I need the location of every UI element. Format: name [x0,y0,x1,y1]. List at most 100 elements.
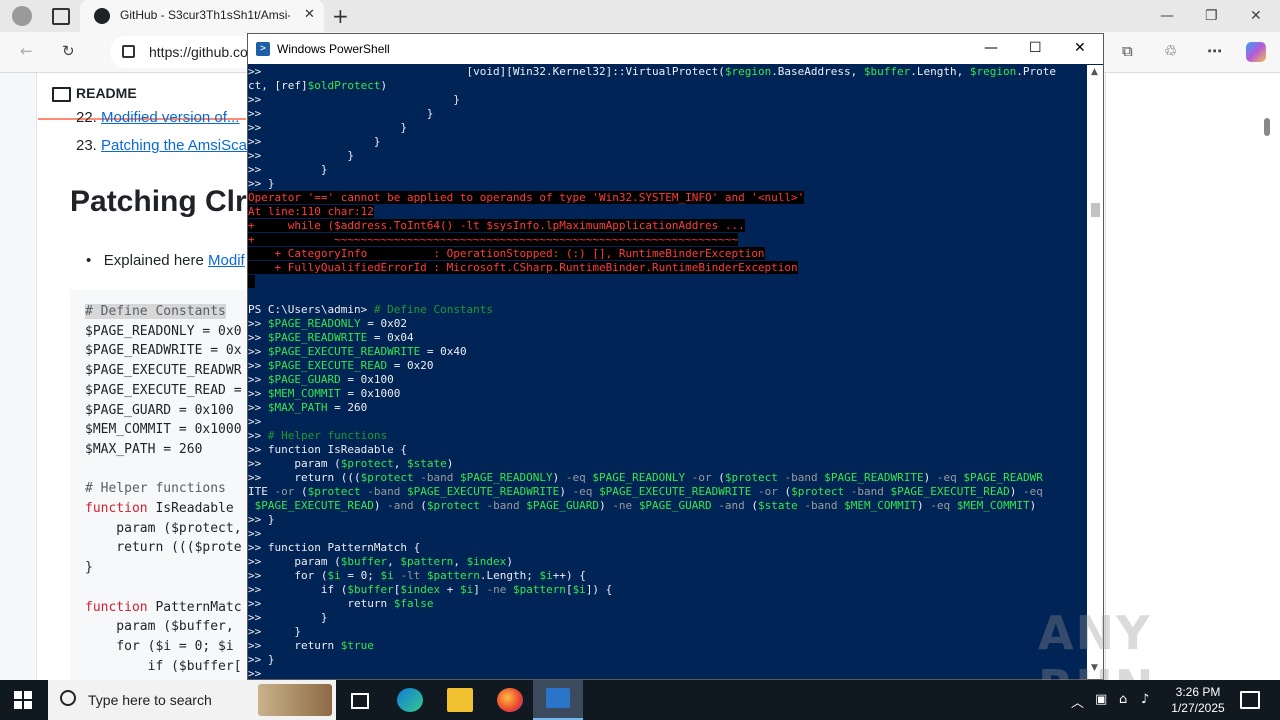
console-line: >> } [248,121,407,134]
console-line: >> $PAGE_READONLY = 0x02 [248,317,407,330]
console-scroll-thumb[interactable] [1091,203,1100,217]
network-icon[interactable]: ⌂ [1119,692,1127,707]
readme-tab[interactable]: README [76,85,137,101]
taskbar-clock[interactable]: 3:26 PM 1/27/2025 [1162,684,1234,716]
code-block: # Define Constants $PAGE_READONLY = 0x0 $P… [70,290,246,680]
firefox-icon[interactable] [497,688,523,712]
console-line: >> # Helper functions [248,429,388,442]
profile-avatar[interactable] [12,6,32,26]
console-line: $PAGE_EXECUTE_READ) -and ($protect -band… [254,499,1037,512]
powershell-taskbar-button[interactable] [533,680,583,720]
browser-close-button[interactable]: ✕ [1250,8,1262,24]
toc-item-22[interactable]: 22. Modified version of... [76,109,239,126]
copilot-icon[interactable] [1246,42,1266,62]
console-line: >> } [248,513,275,526]
extensions-icon[interactable]: ♲ [1164,42,1177,60]
console-line: >> function PatternMatch { [248,541,421,554]
volume-icon[interactable]: ♪ [1141,692,1149,707]
powershell-titlebar[interactable]: > Windows PowerShell — ☐ ✕ [248,34,1103,64]
ps-minimize-button[interactable]: — [984,40,998,56]
console-line: >> [248,667,262,679]
code-line: param ($buffer, [85,619,242,635]
console-line: >> param ($protect, $state) [248,457,454,470]
toc-number: 22. [76,109,97,126]
console-line: + while ($address.ToInt64() -lt $sysInfo… [248,219,745,232]
powershell-title: Windows PowerShell [277,42,390,56]
console-scrollbar[interactable]: ▲ ▼ [1087,65,1103,679]
console-line: >> } [248,653,275,666]
console-line: >> } [248,625,301,638]
bullet-link[interactable]: Modif [208,252,245,269]
toc-link[interactable]: Modified version of... [101,109,239,126]
browser-tab-github[interactable]: GitHub - S3cur3Th1sSh1t/Amsi-Bypass ✕ [80,0,324,32]
console-line: + CategoryInfo : OperationStopped: (:) [… [248,247,765,260]
console-line: >> } [248,93,460,106]
console-line: Operator '==' cannot be applied to opera… [248,191,805,204]
tray-overflow-icon[interactable]: ︿ [1071,692,1084,711]
taskbar-search-box[interactable]: Type here to search [48,680,336,720]
more-menu-icon[interactable]: ⋯ [1207,42,1222,60]
toc-number: 23. [76,137,97,154]
console-line: >> } [248,177,275,190]
new-tab-button[interactable]: + [332,4,349,28]
code-line: $PAGE_EXECUTE_READWR [85,363,242,379]
console-line: >> function IsReadable { [248,443,407,456]
console-line: >> } [248,149,354,162]
code-line: function PatternMatc [85,599,242,615]
console-line: ct, [ref]$oldProtect) [248,79,388,92]
console-line: >> $PAGE_EXECUTE_READ = 0x20 [248,359,434,372]
console-line: >> $PAGE_EXECUTE_READWRITE = 0x40 [248,345,467,358]
taskbar: Type here to search ︿ ▣ ⌂ ♪ 3:26 PM 1/27… [0,680,1280,720]
page-scrollbar[interactable] [1264,118,1270,136]
browser-minimize-button[interactable]: — [1160,8,1174,24]
code-line: return ((($prote [85,540,242,556]
file-explorer-icon[interactable] [447,688,473,712]
console-line: >> return ((($protect -band $PAGE_READON… [248,471,1043,484]
powershell-taskbar-icon [546,688,570,708]
code-line: param ($protect, [85,520,242,536]
ps-maximize-button[interactable]: ☐ [1029,40,1042,56]
console-line [248,275,255,289]
console-line: >> if ($buffer[$index + $i] -ne $pattern… [248,583,613,596]
search-placeholder: Type here to search [88,692,212,708]
console-line: + ~~~~~~~~~~~~~~~~~~~~~~~~~~~~~~~~~~~~~~… [248,233,739,246]
scroll-up-icon[interactable]: ▲ [1091,67,1098,77]
console-line: PS C:\Users\admin> # Define Constants [248,303,494,316]
collections-icon[interactable]: ⧉ [1122,42,1133,60]
back-icon[interactable]: ← [20,42,33,60]
tab-actions-icon[interactable] [52,8,70,25]
console-line: >> return $false [248,597,434,610]
console-line: >> return $true [248,639,374,652]
powershell-icon: > [256,42,270,56]
browser-restore-button[interactable]: ❐ [1205,8,1218,24]
tab-close-icon[interactable]: ✕ [304,7,315,22]
console-line: >> [248,415,262,428]
windows-start-icon[interactable] [14,691,32,709]
notifications-icon[interactable] [1240,691,1260,709]
task-view-icon[interactable] [347,688,373,712]
edge-icon[interactable] [397,688,423,712]
code-line: function IsReadable [85,501,242,516]
browser-tab-bar: GitHub - S3cur3Th1sSh1t/Amsi-Bypass ✕ + … [0,0,1280,32]
refresh-icon[interactable]: ↻ [62,42,75,60]
code-line: $MAX_PATH = 260 [85,441,203,457]
powershell-window[interactable]: > Windows PowerShell — ☐ ✕ >> [void][Win… [247,33,1104,680]
console-line: >> $PAGE_GUARD = 0x100 [248,373,394,386]
console-line: >> $MEM_COMMIT = 0x1000 [248,387,401,400]
console-line: >> } [248,611,328,624]
clock-date: 1/27/2025 [1171,701,1225,715]
console-line: At line:110 char:12 [248,205,374,218]
console-output[interactable]: >> [void][Win32.Kernel32]::VirtualProtec… [248,65,1087,679]
console-line: + FullyQualifiedErrorId : Microsoft.CSha… [248,261,798,274]
ps-close-button[interactable]: ✕ [1074,40,1086,56]
console-line: ITE -or ($protect -band $PAGE_EXECUTE_RE… [248,485,1043,498]
code-line: $PAGE_GUARD = 0x100 [85,402,234,418]
lock-icon [122,45,135,58]
tab-title: GitHub - S3cur3Th1sSh1t/Amsi-Bypass [120,8,290,22]
clock-time: 3:26 PM [1175,685,1221,699]
page-right-area [1105,73,1280,680]
tray-app-icon[interactable]: ▣ [1095,692,1107,707]
explained-bullet: • Explained here Modif [86,252,245,269]
console-line: >> [248,527,262,540]
code-line: $PAGE_EXECUTE_READ = [85,382,242,398]
